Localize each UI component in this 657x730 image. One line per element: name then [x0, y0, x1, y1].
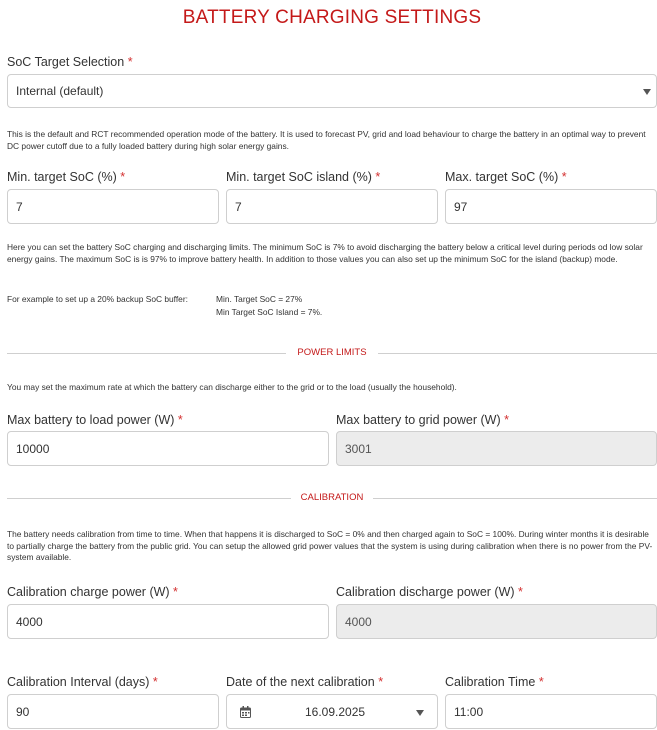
section-title-power-limits: POWER LIMITS: [297, 347, 367, 358]
required-marker: *: [375, 170, 381, 184]
soc-target-value: Internal (default): [16, 84, 104, 98]
soc-limits-description: Here you can set the battery SoC chargin…: [7, 242, 643, 264]
chevron-down-icon: [416, 710, 424, 716]
calibration-discharge-power-input: 4000: [336, 604, 657, 639]
min-target-soc-island-label: Min. target SoC island (%) *: [226, 170, 381, 184]
required-marker: *: [504, 413, 509, 427]
soc-target-label: SoC Target Selection *: [7, 55, 133, 69]
next-calibration-date-picker[interactable]: 16.09.2025: [226, 694, 438, 729]
divider: [7, 498, 291, 499]
next-calibration-date-label: Date of the next calibration *: [226, 675, 384, 689]
power-limits-description: You may set the maximum rate at which th…: [7, 382, 457, 392]
calibration-time-label: Calibration Time *: [445, 675, 544, 689]
example-intro: For example to set up a 20% backup SoC b…: [7, 294, 188, 304]
required-marker: *: [120, 170, 126, 184]
required-marker: *: [173, 585, 178, 599]
soc-target-description: This is the default and RCT recommended …: [7, 129, 646, 151]
required-marker: *: [152, 675, 158, 689]
calibration-charge-power-label: Calibration charge power (W) *: [7, 585, 178, 599]
battery-to-load-input[interactable]: 10000: [7, 431, 329, 466]
section-title-calibration: CALIBRATION: [300, 492, 364, 503]
page-title: BATTERY CHARGING SETTINGS: [182, 7, 482, 28]
chevron-down-icon: [643, 89, 651, 95]
calendar-icon: [240, 706, 251, 721]
min-target-soc-label: Min. target SoC (%) *: [7, 170, 126, 184]
divider: [7, 353, 286, 354]
required-marker: *: [561, 170, 567, 184]
required-marker: *: [518, 585, 523, 599]
min-target-soc-island-input[interactable]: 7: [226, 189, 438, 224]
calibration-time-input[interactable]: 11:00: [445, 694, 657, 729]
max-target-soc-label: Max. target SoC (%) *: [445, 170, 567, 184]
calibration-interval-input[interactable]: 90: [7, 694, 219, 729]
required-marker: *: [127, 55, 133, 69]
max-target-soc-input[interactable]: 97: [445, 189, 657, 224]
next-calibration-date-value: 16.09.2025: [305, 705, 366, 719]
soc-target-select[interactable]: Internal (default): [7, 74, 657, 108]
calibration-charge-power-input[interactable]: 4000: [7, 604, 329, 639]
min-target-soc-input[interactable]: 7: [7, 189, 219, 224]
required-marker: *: [538, 675, 544, 689]
example-line-1: Min. Target SoC = 27%: [216, 294, 303, 304]
battery-to-grid-label: Max battery to grid power (W) *: [336, 413, 509, 427]
calibration-discharge-power-label: Calibration discharge power (W) *: [336, 585, 523, 599]
required-marker: *: [177, 413, 183, 427]
battery-to-load-label: Max battery to load power (W) *: [7, 413, 183, 427]
required-marker: *: [378, 675, 384, 689]
example-line-2: Min Target SoC Island = 7%.: [216, 307, 323, 317]
calibration-description: The battery needs calibration from time …: [7, 529, 653, 563]
calibration-interval-label: Calibration Interval (days) *: [7, 675, 158, 689]
divider: [378, 353, 657, 354]
divider: [373, 498, 657, 499]
battery-to-grid-input: 3001: [336, 431, 657, 466]
